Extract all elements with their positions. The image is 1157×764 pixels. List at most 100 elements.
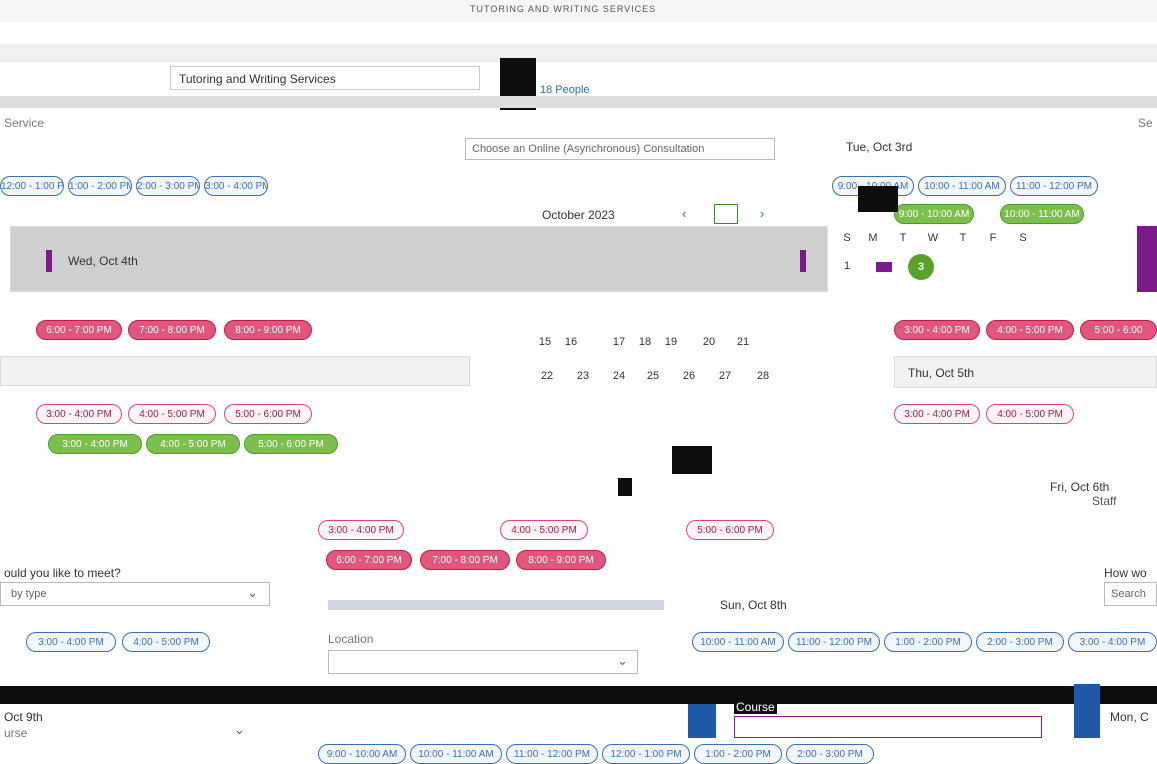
- calendar-day[interactable]: 21: [732, 336, 754, 348]
- day-marker: [46, 250, 52, 272]
- course-label: Course: [734, 700, 777, 714]
- weekday-label: M: [868, 232, 878, 244]
- slot-pill[interactable]: 10:00 - 11:00 AM: [918, 176, 1006, 196]
- prev-month-icon[interactable]: ‹: [682, 206, 686, 221]
- type-select-value: by type: [11, 588, 47, 600]
- slot-pill-pink[interactable]: 3:00 - 4:00 PM: [894, 320, 980, 340]
- search-placeholder: Search: [1111, 588, 1146, 600]
- slot-pill[interactable]: 11:00 - 12:00 PM: [1010, 176, 1098, 196]
- slot-pill[interactable]: 4:00 - 5:00 PM: [500, 520, 588, 540]
- slot-pill[interactable]: 12:00 - 1:00 PM: [0, 176, 64, 196]
- weekday-label: F: [989, 232, 997, 244]
- next-month-icon[interactable]: ›: [760, 206, 764, 221]
- calendar-dark-block: [858, 186, 898, 212]
- calendar-day[interactable]: 1: [836, 260, 858, 272]
- today-button[interactable]: [714, 204, 738, 224]
- service-select[interactable]: Choose an Online (Asynchronous) Consulta…: [465, 138, 775, 160]
- slot-pill[interactable]: 11:00 - 12:00 PM: [788, 632, 880, 652]
- calendar-day[interactable]: 17: [608, 336, 630, 348]
- service-right-label: Se: [1138, 116, 1153, 130]
- calendar-day[interactable]: 19: [660, 336, 682, 348]
- slot-pill[interactable]: 1:00 - 2:00 PM: [68, 176, 132, 196]
- weekday-label: S: [1019, 232, 1027, 244]
- course-select[interactable]: [734, 716, 1042, 738]
- slot-pill[interactable]: 11:00 - 12:00 PM: [506, 744, 598, 764]
- calendar-selected-day[interactable]: 3: [908, 254, 934, 280]
- chevron-down-icon: ⌄: [617, 653, 628, 668]
- slot-pill[interactable]: 2:00 - 3:00 PM: [976, 632, 1064, 652]
- location-select[interactable]: ⌄: [328, 650, 638, 674]
- day-label: Sun, Oct 8th: [720, 598, 787, 612]
- weekday-label: S: [843, 232, 851, 244]
- divider-top: [0, 96, 1157, 108]
- slot-pill[interactable]: 3:00 - 4:00 PM: [318, 520, 404, 540]
- calendar-day[interactable]: 18: [634, 336, 656, 348]
- slot-pill[interactable]: 3:00 - 4:00 PM: [1068, 632, 1157, 652]
- day-label: Wed, Oct 4th: [68, 254, 138, 268]
- slot-pill[interactable]: 3:00 - 4:00 PM: [204, 176, 268, 196]
- calendar-day[interactable]: 27: [714, 370, 736, 382]
- slot-pill[interactable]: 1:00 - 2:00 PM: [694, 744, 782, 764]
- service-title: Tutoring and Writing Services: [179, 72, 336, 86]
- slot-pill-pink[interactable]: 5:00 - 6:00: [1080, 320, 1157, 340]
- calendar-day[interactable]: 25: [642, 370, 664, 382]
- slot-pill[interactable]: 3:00 - 4:00 PM: [894, 404, 980, 424]
- meet-question: ould you like to meet?: [4, 566, 121, 580]
- blue-accent: [688, 704, 716, 738]
- slot-pill-green[interactable]: 9:00 - 10:00 AM: [894, 204, 974, 224]
- slot-pill[interactable]: 2:00 - 3:00 PM: [786, 744, 874, 764]
- calendar-day[interactable]: 24: [608, 370, 630, 382]
- weekday-label: T: [899, 232, 907, 244]
- slot-pill-pink[interactable]: 7:00 - 8:00 PM: [128, 320, 216, 340]
- upcoming-date: Tue, Oct 3rd: [846, 140, 913, 154]
- slot-pill[interactable]: 12:00 - 1:00 PM: [602, 744, 690, 764]
- slot-pill[interactable]: 4:00 - 5:00 PM: [986, 404, 1074, 424]
- search-input[interactable]: Search: [1104, 582, 1157, 606]
- slot-pill[interactable]: 9:00 - 10:00 AM: [318, 744, 406, 764]
- people-count[interactable]: 18 People: [540, 84, 590, 96]
- calendar-day[interactable]: 26: [678, 370, 700, 382]
- slot-pill[interactable]: 10:00 - 11:00 AM: [410, 744, 502, 764]
- dark-block: [672, 446, 712, 474]
- calendar-day[interactable]: 22: [536, 370, 558, 382]
- side-accent: [1137, 226, 1157, 292]
- chevron-down-icon: ⌄: [247, 585, 258, 600]
- calendar-weekdays: S M T W T F S: [832, 228, 1082, 248]
- header-strip: [0, 44, 1157, 62]
- service-title-box[interactable]: Tutoring and Writing Services: [170, 66, 480, 90]
- slot-pill[interactable]: 1:00 - 2:00 PM: [884, 632, 972, 652]
- calendar-row-4: 22 23 24 25 26 27 28: [532, 368, 782, 388]
- slot-pill-pink[interactable]: 7:00 - 8:00 PM: [420, 550, 510, 570]
- slot-pill[interactable]: 3:00 - 4:00 PM: [26, 632, 116, 652]
- slot-pill-pink[interactable]: 6:00 - 7:00 PM: [36, 320, 122, 340]
- blue-accent: [1074, 684, 1100, 738]
- slot-pill-pink[interactable]: 4:00 - 5:00 PM: [986, 320, 1074, 340]
- day-label: Thu, Oct 5th: [908, 366, 975, 380]
- slot-pill[interactable]: 3:00 - 4:00 PM: [36, 404, 122, 424]
- slot-pill[interactable]: 2:00 - 3:00 PM: [136, 176, 200, 196]
- slot-pill-green[interactable]: 5:00 - 6:00 PM: [244, 434, 338, 454]
- slot-pill-green[interactable]: 4:00 - 5:00 PM: [146, 434, 240, 454]
- calendar-day[interactable]: 23: [572, 370, 594, 382]
- slot-pill[interactable]: 5:00 - 6:00 PM: [686, 520, 774, 540]
- calendar-day[interactable]: 20: [698, 336, 720, 348]
- slot-pill-green[interactable]: 10:00 - 11:00 AM: [1000, 204, 1084, 224]
- type-select[interactable]: by type ⌄: [0, 582, 270, 606]
- slot-pill[interactable]: 5:00 - 6:00 PM: [224, 404, 312, 424]
- slot-pill[interactable]: 4:00 - 5:00 PM: [122, 632, 210, 652]
- calendar-day[interactable]: 16: [560, 336, 582, 348]
- slot-pill-pink[interactable]: 8:00 - 9:00 PM: [224, 320, 312, 340]
- chevron-down-icon[interactable]: ⌄: [234, 722, 245, 738]
- dark-block: [618, 478, 632, 496]
- service-select-value: Choose an Online (Asynchronous) Consulta…: [472, 143, 705, 155]
- calendar-day[interactable]: 28: [752, 370, 774, 382]
- slot-pill[interactable]: 10:00 - 11:00 AM: [692, 632, 784, 652]
- day-label: Mon, C: [1110, 710, 1149, 724]
- day-marker: [800, 250, 806, 272]
- slot-pill-pink[interactable]: 8:00 - 9:00 PM: [516, 550, 606, 570]
- slot-pill[interactable]: 4:00 - 5:00 PM: [128, 404, 216, 424]
- course-short-label: urse: [4, 726, 28, 740]
- calendar-day[interactable]: 15: [534, 336, 556, 348]
- slot-pill-green[interactable]: 3:00 - 4:00 PM: [48, 434, 142, 454]
- slot-pill-pink[interactable]: 6:00 - 7:00 PM: [326, 550, 412, 570]
